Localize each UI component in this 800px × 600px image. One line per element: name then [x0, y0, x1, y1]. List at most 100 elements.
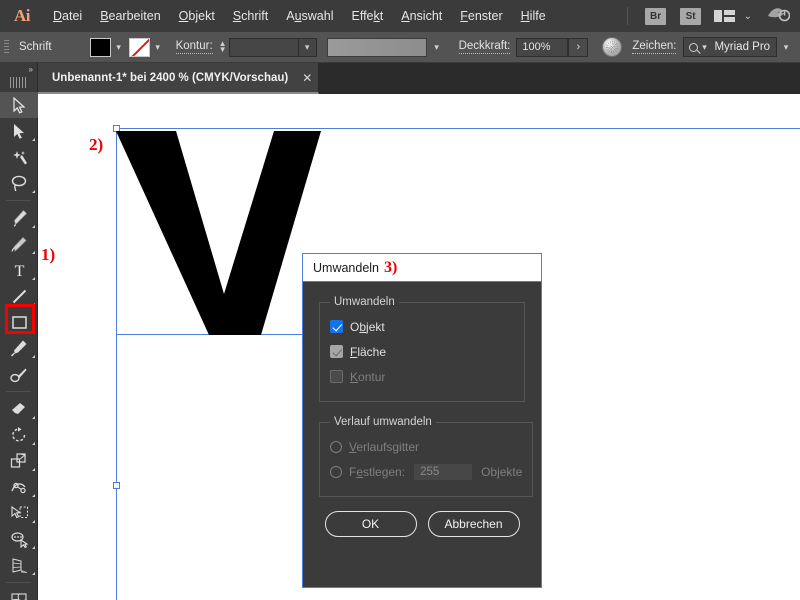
- stroke-weight-dropdown-icon[interactable]: ▾: [298, 37, 317, 57]
- width-profile-dropdown-icon[interactable]: ▾: [429, 38, 445, 57]
- festlegen-radio: [330, 465, 342, 478]
- letter-v-glyph: [116, 131, 321, 335]
- menu-ansicht[interactable]: Ansicht: [392, 0, 451, 32]
- tool-group-indicator-icon: [32, 442, 35, 445]
- flaeche-checkbox[interactable]: [330, 345, 343, 358]
- perspective-grid-tool[interactable]: [0, 552, 38, 578]
- menu-auswahl[interactable]: Auswahl: [277, 0, 342, 32]
- objekt-checkbox[interactable]: [330, 320, 343, 333]
- opacity-options-button[interactable]: ›: [568, 37, 589, 57]
- stroke-control: ▾: [128, 37, 166, 57]
- magic-wand-tool[interactable]: [0, 144, 38, 170]
- text-anchor-point-bottom[interactable]: [113, 482, 120, 489]
- pen-tool[interactable]: [0, 205, 38, 231]
- verlaufsgitter-radio: [330, 440, 342, 453]
- stroke-weight-label[interactable]: Kontur:: [175, 40, 213, 54]
- selection-guide-top: [116, 128, 800, 129]
- dialog-title: Umwandeln: [313, 260, 380, 275]
- checkbox-row-flaeche[interactable]: Fläche: [330, 339, 514, 364]
- ok-button[interactable]: OK: [324, 511, 417, 537]
- bridge-badge[interactable]: Br: [645, 7, 667, 25]
- annotation-1-label: 1): [41, 245, 56, 264]
- free-transform-tool[interactable]: [0, 500, 38, 526]
- app-logo: Ai: [14, 6, 31, 25]
- dialog-body: Umwandeln Objekt Fläche Kontur Verlauf u…: [303, 282, 541, 537]
- menu-datei[interactable]: Datei: [44, 0, 91, 32]
- control-panel: Schrift ▾ ▾ Kontur: ▲ ▼ ▾ ▾ Deckkraft: 10…: [0, 32, 800, 63]
- rotate-tool[interactable]: [0, 422, 38, 448]
- objects-count-input: 255: [413, 462, 474, 481]
- line-segment-tool[interactable]: [0, 283, 38, 309]
- menu-effekt[interactable]: Effekt: [343, 0, 393, 32]
- mesh-tool[interactable]: [0, 587, 38, 600]
- tools-divider: [6, 200, 31, 201]
- kontur-label: Kontur: [350, 369, 386, 384]
- panel-grip[interactable]: [4, 39, 9, 55]
- kontur-checkbox: [330, 370, 343, 383]
- lasso-tool[interactable]: [0, 170, 38, 196]
- tools-panel: » T: [0, 63, 38, 600]
- menu-bearbeiten[interactable]: Bearbeiten: [91, 0, 169, 32]
- tool-group-indicator-icon: [32, 190, 35, 193]
- opacity-input[interactable]: 100%: [516, 37, 569, 57]
- fill-control: ▾: [89, 37, 127, 57]
- graphic-style-icon[interactable]: [602, 37, 623, 57]
- stroke-dropdown-icon[interactable]: ▾: [150, 38, 166, 57]
- font-family-dropdown-icon[interactable]: ▾: [778, 38, 794, 57]
- stroke-swatch[interactable]: [128, 37, 150, 57]
- creative-cloud-icon[interactable]: [766, 5, 791, 28]
- direct-selection-tool[interactable]: [0, 118, 38, 144]
- tools-panel-grip[interactable]: [9, 77, 28, 88]
- eraser-tool[interactable]: [0, 396, 38, 422]
- menu-datei-label: atei: [62, 9, 83, 23]
- menu-hilfe[interactable]: Hilfe: [512, 0, 555, 32]
- type-tool[interactable]: T: [0, 257, 38, 283]
- font-family-field[interactable]: ▾ Myriad Pro: [683, 37, 778, 57]
- document-tab[interactable]: Unbenannt-1* bei 2400 % (CMYK/Vorschau) …: [38, 63, 320, 94]
- verlaufsgitter-label: Verlaufsgitter: [349, 439, 420, 454]
- character-label[interactable]: Zeichen:: [632, 40, 677, 54]
- objects-suffix-label: Objekte: [481, 464, 523, 479]
- stroke-weight-input[interactable]: [228, 37, 299, 57]
- fill-dropdown-icon[interactable]: ▾: [111, 38, 127, 57]
- stock-badge[interactable]: St: [680, 7, 702, 25]
- chevron-down-icon[interactable]: ⌄: [744, 11, 752, 22]
- opacity-label[interactable]: Deckkraft:: [458, 40, 511, 54]
- variable-width-profile[interactable]: [326, 37, 427, 57]
- menu-fenster[interactable]: Fenster: [451, 0, 511, 32]
- stroke-weight-stepper[interactable]: ▲ ▼: [219, 40, 227, 54]
- paintbrush-tool[interactable]: [0, 335, 38, 361]
- document-tab-bar: Unbenannt-1* bei 2400 % (CMYK/Vorschau) …: [0, 63, 800, 94]
- radio-row-festlegen: Festlegen: 255 Objekte: [330, 459, 522, 484]
- scale-tool[interactable]: [0, 448, 38, 474]
- tool-group-indicator-icon: [32, 251, 35, 254]
- tool-group-indicator-icon: [32, 138, 35, 141]
- tool-group-indicator-icon: [32, 225, 35, 228]
- tools-collapse-button[interactable]: »: [0, 63, 37, 76]
- selection-tool[interactable]: [0, 92, 38, 118]
- workspace-switcher-icon[interactable]: [714, 10, 735, 22]
- rectangle-tool[interactable]: [0, 309, 38, 335]
- menu-bar-right: Br St ⌄: [621, 0, 800, 32]
- cancel-button[interactable]: Abbrechen: [427, 511, 520, 537]
- dialog-title-bar: Umwandeln 3): [303, 254, 541, 282]
- blob-brush-tool[interactable]: [0, 361, 38, 387]
- menu-schrift[interactable]: Schrift: [224, 0, 277, 32]
- festlegen-label: Festlegen:: [349, 464, 406, 479]
- checkbox-row-kontur: Kontur: [330, 364, 514, 389]
- tool-group-indicator-icon: [32, 572, 35, 575]
- curvature-tool[interactable]: [0, 231, 38, 257]
- expand-gradient-legend: Verlauf umwandeln: [334, 416, 432, 428]
- menu-divider: [627, 7, 629, 25]
- width-tool[interactable]: [0, 474, 38, 500]
- font-family-value: Myriad Pro: [714, 41, 771, 53]
- tool-group-indicator-icon: [32, 546, 35, 549]
- fill-swatch[interactable]: [89, 37, 111, 57]
- tool-group-indicator-icon: [32, 416, 35, 419]
- checkbox-row-objekt[interactable]: Objekt: [330, 314, 514, 339]
- menu-objekt[interactable]: Objekt: [170, 0, 224, 32]
- close-icon[interactable]: ✕: [302, 71, 312, 85]
- tool-group-indicator-icon: [32, 520, 35, 523]
- shape-builder-tool[interactable]: [0, 526, 38, 552]
- expand-group: Umwandeln Objekt Fläche Kontur: [319, 296, 525, 402]
